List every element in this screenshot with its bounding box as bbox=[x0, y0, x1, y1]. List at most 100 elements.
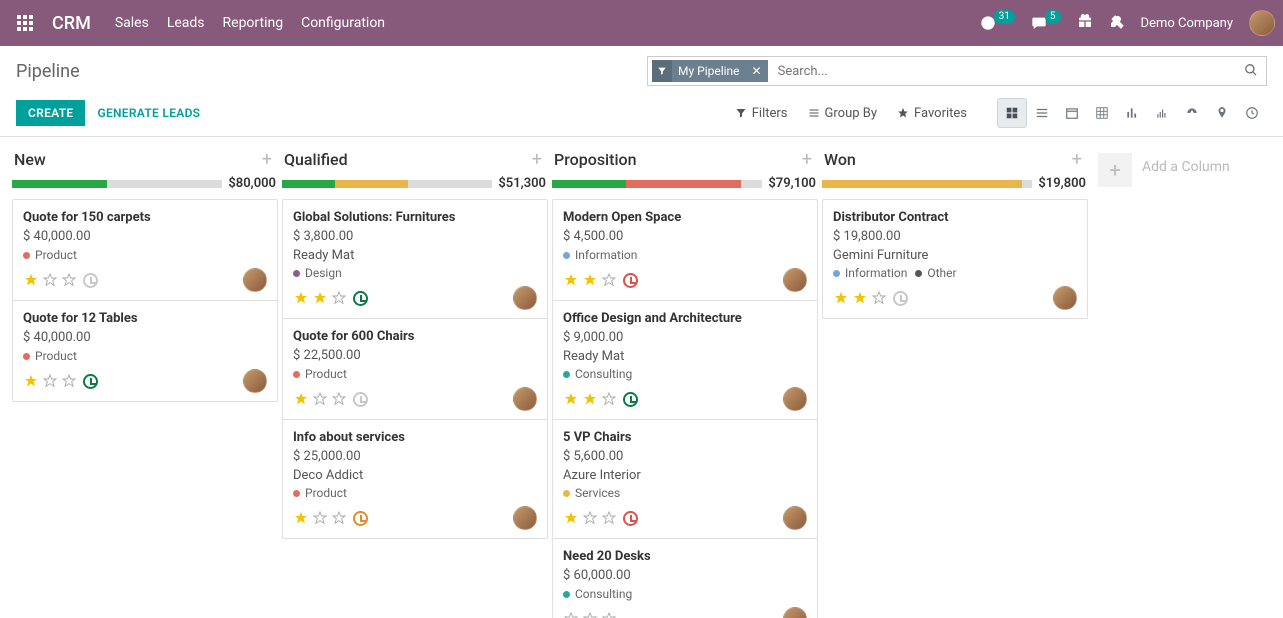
create-button[interactable]: CREATE bbox=[16, 100, 85, 126]
card-amount: $ 9,000.00 bbox=[563, 330, 807, 345]
activity-clock-icon[interactable] bbox=[623, 392, 638, 407]
view-map-icon[interactable] bbox=[1207, 98, 1237, 128]
priority-stars[interactable] bbox=[293, 391, 347, 407]
activity-clock-icon[interactable] bbox=[83, 273, 98, 288]
view-calendar-icon[interactable] bbox=[1057, 98, 1087, 128]
view-list-icon[interactable] bbox=[1027, 98, 1057, 128]
column-title[interactable]: Won bbox=[824, 150, 856, 169]
kanban-card[interactable]: Quote for 600 Chairs $ 22,500.00 Product bbox=[282, 318, 548, 420]
kanban-card[interactable]: Need 20 Desks $ 60,000.00 Consulting bbox=[552, 538, 818, 618]
view-kanban-icon[interactable] bbox=[997, 98, 1027, 128]
facet-remove-icon[interactable]: ✕ bbox=[746, 64, 768, 78]
gift-icon[interactable] bbox=[1077, 13, 1093, 33]
priority-stars[interactable] bbox=[293, 290, 347, 306]
progress-bar[interactable] bbox=[282, 180, 492, 188]
column-title[interactable]: Proposition bbox=[554, 150, 637, 169]
assignee-avatar[interactable] bbox=[243, 369, 267, 393]
assignee-avatar[interactable] bbox=[783, 268, 807, 292]
progress-bar[interactable] bbox=[822, 180, 1032, 188]
priority-stars[interactable] bbox=[833, 290, 887, 306]
nav-configuration[interactable]: Configuration bbox=[301, 15, 385, 31]
kanban-column: Proposition + $79,100 Modern Open Space … bbox=[550, 145, 820, 618]
apps-icon[interactable] bbox=[8, 6, 42, 40]
search-bar[interactable]: My Pipeline ✕ bbox=[647, 56, 1267, 86]
quick-create-icon[interactable]: + bbox=[1072, 149, 1082, 170]
messaging-badge: 5 bbox=[1045, 10, 1061, 24]
card-amount: $ 4,500.00 bbox=[563, 229, 807, 244]
search-facet[interactable]: My Pipeline ✕ bbox=[652, 60, 768, 82]
user-avatar[interactable] bbox=[1249, 10, 1275, 36]
assignee-avatar[interactable] bbox=[1053, 286, 1077, 310]
view-pivot-icon[interactable] bbox=[1087, 98, 1117, 128]
add-column-icon[interactable]: + bbox=[1098, 153, 1132, 187]
kanban-column: Won + $19,800 Distributor Contract $ 19,… bbox=[820, 145, 1090, 618]
progress-bar[interactable] bbox=[552, 180, 762, 188]
messaging-icon[interactable]: 5 bbox=[1031, 15, 1061, 31]
app-brand[interactable]: CRM bbox=[52, 13, 91, 34]
facet-label: My Pipeline bbox=[672, 64, 746, 78]
add-column[interactable]: + Add a Column bbox=[1090, 145, 1270, 618]
quick-create-icon[interactable]: + bbox=[262, 149, 272, 170]
generate-leads-button[interactable]: GENERATE LEADS bbox=[97, 106, 200, 120]
nav-sales[interactable]: Sales bbox=[115, 15, 149, 31]
view-graph-icon[interactable] bbox=[1117, 98, 1147, 128]
column-title[interactable]: New bbox=[14, 150, 46, 169]
activity-clock-icon[interactable] bbox=[353, 392, 368, 407]
priority-stars[interactable] bbox=[23, 272, 77, 288]
kanban-board: New + $80,000 Quote for 150 carpets $ 40… bbox=[0, 137, 1283, 618]
kanban-card[interactable]: 5 VP Chairs $ 5,600.00 Azure Interior Se… bbox=[552, 419, 818, 539]
activity-clock-icon[interactable] bbox=[623, 511, 638, 526]
column-total: $51,300 bbox=[498, 176, 546, 191]
groupby-button[interactable]: Group By bbox=[808, 106, 878, 121]
kanban-card[interactable]: Office Design and Architecture $ 9,000.0… bbox=[552, 300, 818, 420]
column-title[interactable]: Qualified bbox=[284, 150, 348, 169]
kanban-card[interactable]: Modern Open Space $ 4,500.00 Information bbox=[552, 199, 818, 301]
activity-clock-icon[interactable] bbox=[353, 511, 368, 526]
activity-clock-icon[interactable] bbox=[353, 291, 368, 306]
column-total: $19,800 bbox=[1038, 176, 1086, 191]
kanban-column: New + $80,000 Quote for 150 carpets $ 40… bbox=[10, 145, 280, 618]
tag: Product bbox=[23, 248, 77, 262]
search-input[interactable] bbox=[772, 60, 1266, 83]
activities-icon[interactable]: 31 bbox=[980, 15, 1015, 31]
tools-icon[interactable] bbox=[1109, 13, 1125, 33]
kanban-card[interactable]: Quote for 12 Tables $ 40,000.00 Product bbox=[12, 300, 278, 402]
assignee-avatar[interactable] bbox=[783, 387, 807, 411]
view-activity-icon[interactable] bbox=[1237, 98, 1267, 128]
column-total: $79,100 bbox=[768, 176, 816, 191]
priority-stars[interactable] bbox=[23, 373, 77, 389]
kanban-card[interactable]: Quote for 150 carpets $ 40,000.00 Produc… bbox=[12, 199, 278, 301]
quick-create-icon[interactable]: + bbox=[532, 149, 542, 170]
nav-leads[interactable]: Leads bbox=[167, 15, 205, 31]
kanban-card[interactable]: Distributor Contract $ 19,800.00 Gemini … bbox=[822, 199, 1088, 319]
activity-clock-icon[interactable] bbox=[893, 291, 908, 306]
assignee-avatar[interactable] bbox=[783, 506, 807, 530]
assignee-avatar[interactable] bbox=[513, 387, 537, 411]
nav-reporting[interactable]: Reporting bbox=[223, 15, 284, 31]
priority-stars[interactable] bbox=[563, 510, 617, 526]
activity-clock-icon[interactable] bbox=[83, 374, 98, 389]
view-dashboard-icon[interactable] bbox=[1177, 98, 1207, 128]
card-title: Quote for 12 Tables bbox=[23, 311, 267, 326]
company-name[interactable]: Demo Company bbox=[1141, 16, 1233, 31]
assignee-avatar[interactable] bbox=[243, 268, 267, 292]
search-icon[interactable] bbox=[1244, 62, 1258, 81]
quick-create-icon[interactable]: + bbox=[802, 149, 812, 170]
card-title: Global Solutions: Furnitures bbox=[293, 210, 537, 225]
kanban-card[interactable]: Info about services $ 25,000.00 Deco Add… bbox=[282, 419, 548, 539]
tag: Product bbox=[293, 367, 347, 381]
assignee-avatar[interactable] bbox=[783, 607, 807, 618]
assignee-avatar[interactable] bbox=[513, 286, 537, 310]
assignee-avatar[interactable] bbox=[513, 506, 537, 530]
search-options: Filters Group By Favorites bbox=[735, 106, 967, 121]
view-cohort-icon[interactable] bbox=[1147, 98, 1177, 128]
kanban-card[interactable]: Global Solutions: Furnitures $ 3,800.00 … bbox=[282, 199, 548, 319]
priority-stars[interactable] bbox=[563, 272, 617, 288]
priority-stars[interactable] bbox=[293, 510, 347, 526]
filters-button[interactable]: Filters bbox=[735, 106, 788, 121]
favorites-button[interactable]: Favorites bbox=[897, 106, 967, 121]
activity-clock-icon[interactable] bbox=[623, 273, 638, 288]
tag: Product bbox=[23, 349, 77, 363]
progress-bar[interactable] bbox=[12, 180, 222, 188]
priority-stars[interactable] bbox=[563, 391, 617, 407]
